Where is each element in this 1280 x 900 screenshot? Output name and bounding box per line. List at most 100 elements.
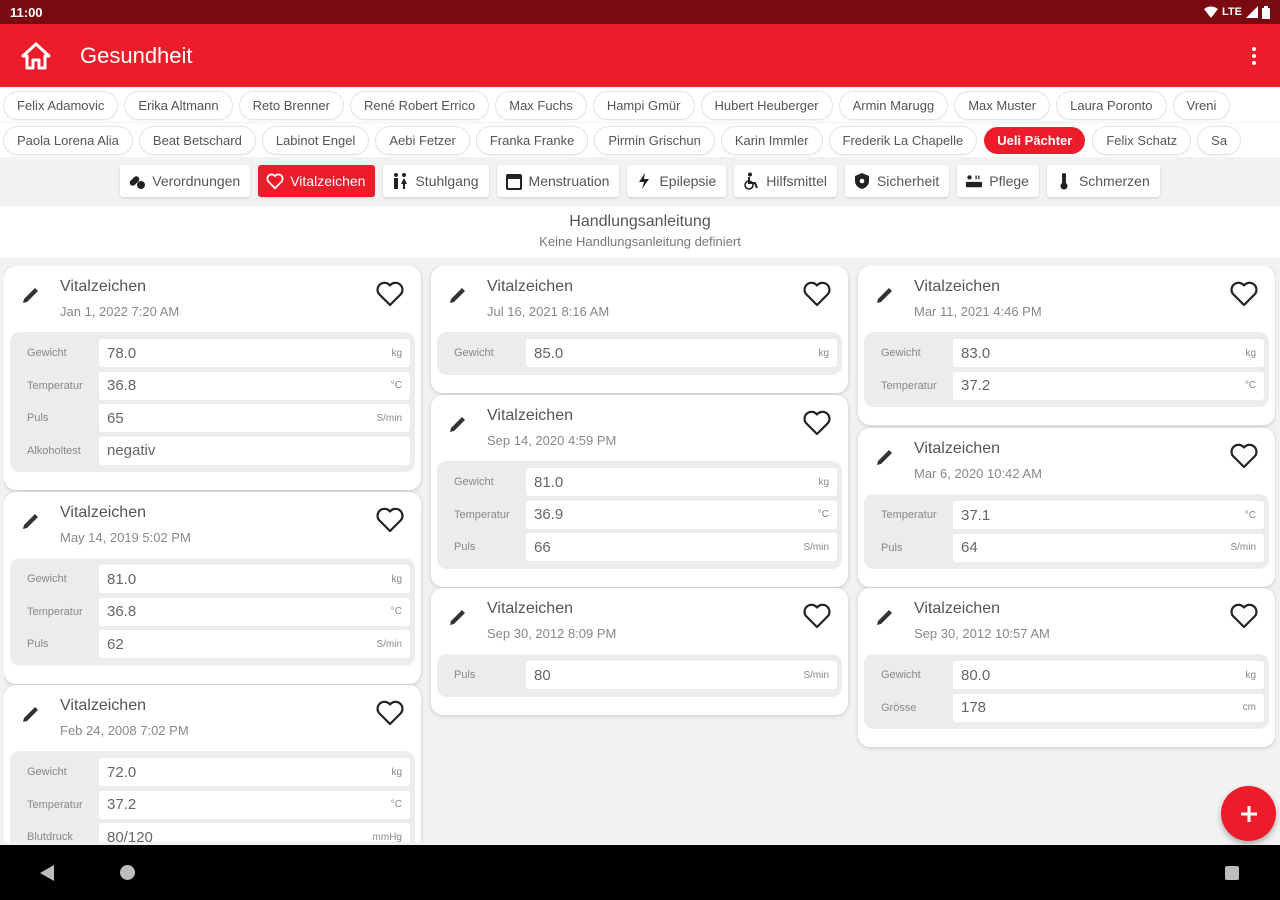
value-label: Puls: [881, 541, 903, 554]
record-date: Jan 1, 2022 7:20 AM: [60, 304, 180, 319]
value-field: 65 S/min: [99, 404, 410, 433]
edit-icon[interactable]: [447, 413, 469, 435]
value-text: 64: [961, 539, 978, 557]
person-chip[interactable]: Hampi Gmür: [593, 91, 694, 119]
favorite-heart-icon[interactable]: [802, 280, 832, 310]
tab-epilepsie[interactable]: Epilepsie: [627, 165, 727, 197]
favorite-heart-icon[interactable]: [1229, 280, 1259, 310]
favorite-heart-icon[interactable]: [375, 506, 405, 536]
value-field: 178 cm: [953, 693, 1264, 722]
person-chip[interactable]: Armin Marugg: [839, 91, 948, 119]
person-chip[interactable]: Felix Adamovic: [4, 91, 118, 119]
value-label: Gewicht: [27, 573, 67, 586]
pills-icon: [128, 172, 146, 190]
value-row: Gewicht 81.0 kg: [10, 563, 410, 596]
favorite-heart-icon[interactable]: [1229, 602, 1259, 632]
favorite-heart-icon[interactable]: [375, 699, 405, 729]
tab-verordnungen[interactable]: Verordnungen: [120, 165, 251, 197]
person-chip[interactable]: Frederik La Chapelle: [829, 126, 977, 154]
person-chip[interactable]: Ueli Pächter: [984, 126, 1086, 154]
person-chip[interactable]: Reto Brenner: [239, 91, 343, 119]
value-field: 81.0 kg: [526, 468, 837, 497]
value-field: negativ: [99, 436, 410, 465]
tab-schmerzen[interactable]: Schmerzen: [1046, 165, 1160, 197]
record-title: Vitalzeichen: [60, 504, 146, 521]
person-chip[interactable]: Hubert Heuberger: [701, 91, 832, 119]
person-chip[interactable]: Paola Lorena Alia: [4, 126, 132, 154]
value-field: 64 S/min: [953, 533, 1264, 562]
home-icon[interactable]: [18, 38, 54, 74]
value-text: 80/120: [107, 828, 153, 842]
recents-icon[interactable]: [1225, 866, 1239, 880]
edit-icon[interactable]: [874, 284, 896, 306]
value-text: 80: [534, 666, 551, 684]
value-row: Temperatur 37.2 °C: [864, 370, 1264, 403]
edit-icon[interactable]: [20, 284, 42, 306]
home-nav-icon[interactable]: [120, 865, 135, 880]
favorite-heart-icon[interactable]: [375, 280, 405, 310]
record-title: Vitalzeichen: [914, 440, 1000, 457]
person-chip[interactable]: Max Fuchs: [496, 91, 586, 119]
edit-icon[interactable]: [447, 284, 469, 306]
status-time: 11:00: [10, 4, 43, 20]
person-chip[interactable]: Labinot Engel: [262, 126, 369, 154]
person-chip[interactable]: Max Muster: [955, 91, 1050, 119]
edit-icon[interactable]: [874, 446, 896, 468]
value-field: 62 S/min: [99, 630, 410, 659]
person-chip[interactable]: Vreni: [1173, 91, 1230, 119]
tab-hilfsmittel[interactable]: Hilfsmittel: [734, 165, 837, 197]
tab-menstruation[interactable]: Menstruation: [496, 165, 620, 197]
value-field: 80/120 mmHg: [99, 823, 410, 842]
person-chip[interactable]: René Robert Errico: [350, 91, 489, 119]
record-card: Vitalzeichen Mar 11, 2021 4:46 PM Gewicht 8…: [858, 266, 1275, 425]
person-chip[interactable]: Felix Schatz: [1093, 126, 1191, 154]
favorite-heart-icon[interactable]: [802, 602, 832, 632]
value-unit: °C: [1244, 509, 1256, 521]
record-card-header: Vitalzeichen Sep 30, 2012 8:09 PM: [431, 588, 848, 652]
person-chip[interactable]: Laura Poronto: [1057, 91, 1166, 119]
person-chip[interactable]: Beat Betschard: [139, 126, 255, 154]
tab-label: Sicherheit: [876, 173, 940, 189]
record-values: Gewicht 81.0 kg Temperatur 36.9 °C Puls 66 S/min: [437, 461, 842, 569]
record-date: Feb 24, 2008 7:02 PM: [60, 723, 189, 738]
edit-icon[interactable]: [20, 510, 42, 532]
value-label: Temperatur: [27, 379, 83, 392]
bath-icon: [965, 172, 983, 190]
wheelchair-icon: [742, 172, 760, 190]
person-chip[interactable]: Karin Immler: [721, 126, 822, 154]
tab-vitalzeichen[interactable]: Vitalzeichen: [258, 165, 376, 197]
tab-stuhlgang[interactable]: Stuhlgang: [383, 165, 489, 197]
person-chip[interactable]: Pirmin Grischun: [595, 126, 714, 154]
value-unit: S/min: [376, 638, 402, 650]
record-card: Vitalzeichen Sep 30, 2012 8:09 PM Puls 80 S/…: [431, 588, 848, 715]
edit-icon[interactable]: [874, 606, 896, 628]
record-date: Sep 14, 2020 4:59 PM: [487, 433, 617, 448]
edit-icon[interactable]: [447, 606, 469, 628]
record-card: Vitalzeichen May 14, 2019 5:02 PM Gewicht 8…: [4, 492, 421, 684]
record-date: Sep 30, 2012 8:09 PM: [487, 626, 617, 641]
edit-icon[interactable]: [20, 703, 42, 725]
record-date: May 14, 2019 5:02 PM: [60, 530, 191, 545]
value-unit: S/min: [803, 669, 829, 681]
tab-sicherheit[interactable]: Sicherheit: [844, 165, 950, 197]
person-chip[interactable]: Erika Altmann: [125, 91, 232, 119]
category-tabs: Verordnungen Vitalzeichen Stuhlgang Menstru…: [0, 157, 1280, 205]
record-card-header: Vitalzeichen Sep 14, 2020 4:59 PM: [431, 395, 848, 459]
person-chip[interactable]: Aebi Fetzer: [376, 126, 469, 154]
record-values: Temperatur 37.1 °C Puls 64 S/min: [864, 494, 1269, 569]
back-icon[interactable]: [40, 865, 54, 881]
value-label: Grösse: [881, 701, 917, 714]
instructions-title: Handlungsanleitung: [569, 213, 711, 230]
tab-label: Menstruation: [528, 173, 610, 189]
favorite-heart-icon[interactable]: [802, 409, 832, 439]
tab-pflege[interactable]: Pflege: [957, 165, 1039, 197]
person-chip[interactable]: Franka Franke: [476, 126, 588, 154]
more-vert-icon[interactable]: [1244, 41, 1264, 71]
person-chip[interactable]: Sa: [1198, 126, 1241, 154]
add-record-button[interactable]: [1221, 786, 1276, 841]
value-label: Temperatur: [27, 798, 83, 811]
value-text: 81.0: [107, 570, 137, 588]
favorite-heart-icon[interactable]: [1229, 442, 1259, 472]
value-row: Blutdruck 80/120 mmHg: [10, 821, 410, 842]
value-row: Temperatur 37.1 °C: [864, 499, 1264, 532]
